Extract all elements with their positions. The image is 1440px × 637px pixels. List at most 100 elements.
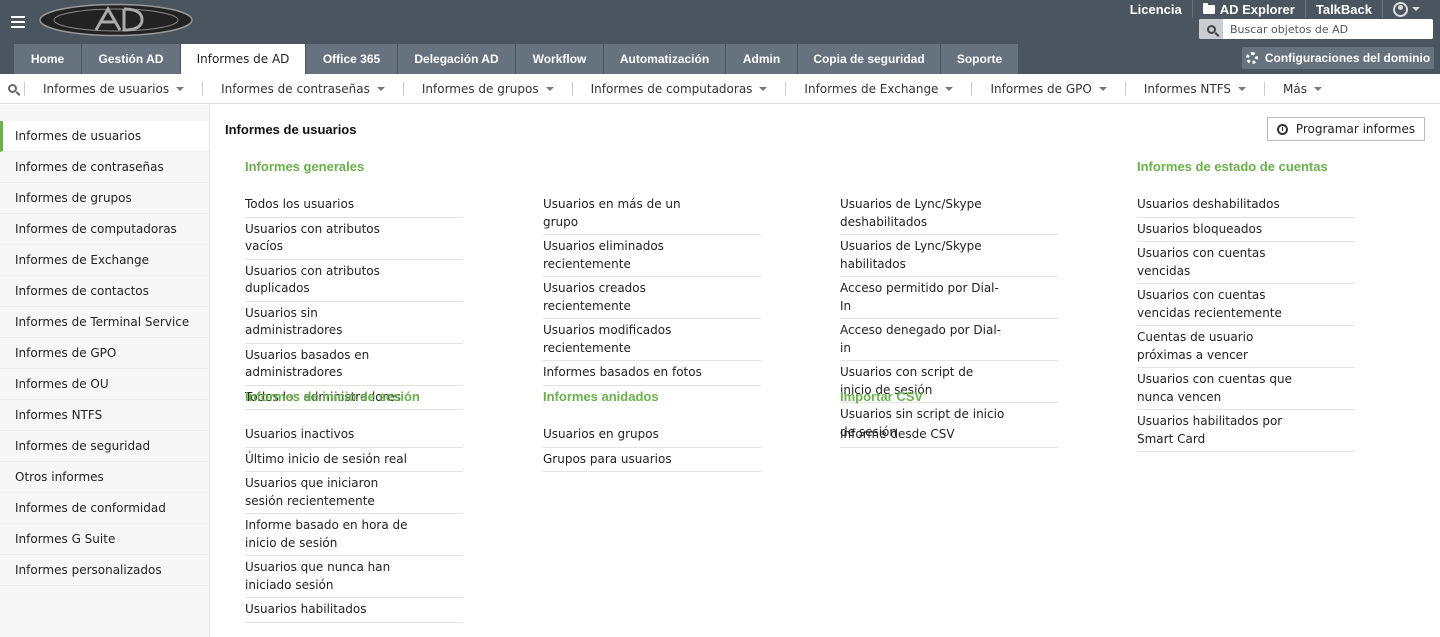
ad-explorer-label: AD Explorer: [1219, 1, 1295, 17]
tab-home[interactable]: Home: [14, 44, 82, 74]
report-link[interactable]: Grupos para usuarios: [543, 448, 761, 472]
subnav-item-gpo[interactable]: Informes de GPO: [971, 81, 1124, 96]
sidebar-item-gsuite[interactable]: Informes G Suite: [0, 524, 209, 555]
tab-workflow[interactable]: Workflow: [516, 44, 604, 74]
section-logon: Informes de inicio de sesión Usuarios in…: [245, 389, 465, 623]
subnav-search-icon[interactable]: [0, 74, 24, 104]
top-bar: Licencia AD Explorer TalkBack Home Gesti…: [0, 0, 1440, 74]
menu-icon[interactable]: [11, 16, 25, 30]
chevron-down-icon: [176, 86, 185, 91]
tab-admin[interactable]: Admin: [726, 44, 798, 74]
report-link[interactable]: Usuarios con atributos duplicados: [245, 260, 463, 302]
sub-navigation: Informes de usuarios Informes de contras…: [0, 74, 1440, 104]
report-link[interactable]: Usuarios bloqueados: [1137, 218, 1355, 242]
report-link[interactable]: Usuarios de Lync/Skype deshabilitados: [840, 193, 1058, 235]
report-link[interactable]: Usuarios sin administradores: [245, 302, 463, 344]
report-link[interactable]: Usuarios deshabilitados: [1137, 193, 1355, 218]
tab-copia-seguridad[interactable]: Copia de seguridad: [798, 44, 941, 74]
report-link[interactable]: Usuarios creados recientemente: [543, 277, 761, 319]
report-link[interactable]: Usuarios con cuentas vencidas recienteme…: [1137, 284, 1355, 326]
ad-search-box: [1199, 19, 1433, 39]
search-icon[interactable]: [1199, 19, 1223, 39]
report-link[interactable]: Cuentas de usuario próximas a vencer: [1137, 326, 1355, 368]
subnav-item-usuarios[interactable]: Informes de usuarios: [24, 81, 202, 96]
sidebar-item-conformidad[interactable]: Informes de conformidad: [0, 493, 209, 524]
section-title: Informes de inicio de sesión: [245, 389, 420, 404]
report-link[interactable]: Usuarios habilitados: [245, 598, 463, 623]
report-link[interactable]: Todos los usuarios: [245, 193, 463, 218]
sidebar-item-ou[interactable]: Informes de OU: [0, 369, 209, 400]
talkback-link[interactable]: TalkBack: [1304, 0, 1382, 18]
report-link[interactable]: Acceso denegado por Dial-in: [840, 319, 1058, 361]
subnav-item-computadoras[interactable]: Informes de computadoras: [571, 81, 786, 96]
section-title: Informes generales: [245, 159, 365, 174]
report-link[interactable]: Usuarios que nunca han iniciado sesión: [245, 556, 463, 598]
subnav-item-exchange[interactable]: Informes de Exchange: [785, 81, 971, 96]
tab-soporte[interactable]: Soporte: [941, 44, 1019, 74]
report-link[interactable]: Acceso permitido por Dial-In: [840, 277, 1058, 319]
subnav-item-grupos[interactable]: Informes de grupos: [402, 81, 572, 96]
report-link[interactable]: Usuarios basados en administradores: [245, 344, 463, 386]
report-link[interactable]: Usuarios con atributos vacíos: [245, 218, 463, 260]
sidebar-item-ntfs[interactable]: Informes NTFS: [0, 400, 209, 431]
report-list: Todos los usuarios Usuarios con atributo…: [245, 193, 465, 410]
sidebar-item-personalizados[interactable]: Informes personalizados: [0, 555, 209, 586]
report-link[interactable]: Usuarios en grupos: [543, 423, 761, 448]
sidebar-item-otros[interactable]: Otros informes: [0, 462, 209, 493]
sidebar-item-contrasenas[interactable]: Informes de contraseñas: [0, 152, 209, 183]
chevron-down-icon: [545, 86, 554, 91]
subnav-label: Informes de contraseñas: [221, 81, 370, 96]
tab-delegacion-ad[interactable]: Delegación AD: [398, 44, 516, 74]
ad-explorer-link[interactable]: AD Explorer: [1191, 0, 1305, 18]
sidebar-item-computadoras[interactable]: Informes de computadoras: [0, 214, 209, 245]
tab-automatizacion[interactable]: Automatización: [604, 44, 726, 74]
domain-settings-button[interactable]: Configuraciones del dominio: [1242, 47, 1434, 69]
report-link[interactable]: Usuarios con cuentas vencidas: [1137, 242, 1355, 284]
sidebar-item-contactos[interactable]: Informes de contactos: [0, 276, 209, 307]
user-menu[interactable]: [1382, 0, 1430, 18]
talkback-label: TalkBack: [1315, 1, 1372, 17]
report-link[interactable]: Usuarios con cuentas que nunca vencen: [1137, 368, 1355, 410]
tab-office-365[interactable]: Office 365: [306, 44, 398, 74]
subnav-item-mas[interactable]: Más: [1264, 81, 1340, 96]
report-link[interactable]: Usuarios en más de un grupo: [543, 193, 761, 235]
subnav-label: Informes de usuarios: [43, 81, 170, 96]
schedule-reports-button[interactable]: Programar informes: [1267, 117, 1425, 141]
chevron-down-icon: [1412, 7, 1420, 11]
subnav-label: Informes de Exchange: [804, 81, 939, 96]
chevron-down-icon: [1238, 86, 1247, 91]
report-link[interactable]: Usuarios de Lync/Skype habilitados: [840, 235, 1058, 277]
sidebar-item-gpo[interactable]: Informes de GPO: [0, 338, 209, 369]
license-link[interactable]: Licencia: [1120, 0, 1192, 18]
tab-gestion-ad[interactable]: Gestión AD: [82, 44, 181, 74]
ad-search-input[interactable]: [1223, 22, 1428, 36]
subnav-label: Informes de grupos: [421, 81, 539, 96]
sidebar-item-grupos[interactable]: Informes de grupos: [0, 183, 209, 214]
report-link[interactable]: Usuarios habilitados por Smart Card: [1137, 410, 1355, 452]
subnav-label: Informes de GPO: [990, 81, 1092, 96]
report-link[interactable]: Usuarios eliminados recientemente: [543, 235, 761, 277]
domain-settings-label: Configuraciones del dominio: [1264, 51, 1431, 65]
subnav-item-contrasenas[interactable]: Informes de contraseñas: [202, 81, 403, 96]
sidebar-item-usuarios[interactable]: Informes de usuarios: [0, 121, 209, 152]
report-link[interactable]: Informe desde CSV: [840, 423, 1058, 448]
sidebar-item-exchange[interactable]: Informes de Exchange: [0, 245, 209, 276]
section-general: Informes generales Todos los usuarios Us…: [245, 159, 465, 410]
report-link[interactable]: Usuarios modificados recientemente: [543, 319, 761, 361]
report-list: Usuarios inactivos Último inicio de sesi…: [245, 423, 465, 623]
section-title: Informes de estado de cuentas: [1137, 159, 1328, 174]
report-link[interactable]: Informes basados en fotos: [543, 361, 761, 386]
tab-informes-ad[interactable]: Informes de AD: [181, 44, 306, 74]
chevron-down-icon: [376, 86, 385, 91]
section-csv: Importar CSV Informe desde CSV: [840, 389, 1060, 448]
section-account-status: Informes de estado de cuentas Usuarios d…: [1137, 159, 1357, 452]
report-list: Usuarios deshabilitados Usuarios bloquea…: [1137, 193, 1357, 452]
report-link[interactable]: Informe basado en hora de inicio de sesi…: [245, 514, 463, 556]
sidebar-item-terminal-service[interactable]: Informes de Terminal Service: [0, 307, 209, 338]
sidebar-item-seguridad[interactable]: Informes de seguridad: [0, 431, 209, 462]
subnav-item-ntfs[interactable]: Informes NTFS: [1124, 81, 1264, 96]
report-link[interactable]: Usuarios que iniciaron sesión recienteme…: [245, 472, 463, 514]
report-link[interactable]: Último inicio de sesión real: [245, 448, 463, 472]
report-link[interactable]: Usuarios inactivos: [245, 423, 463, 448]
section-title: Informes anidados: [543, 389, 659, 404]
